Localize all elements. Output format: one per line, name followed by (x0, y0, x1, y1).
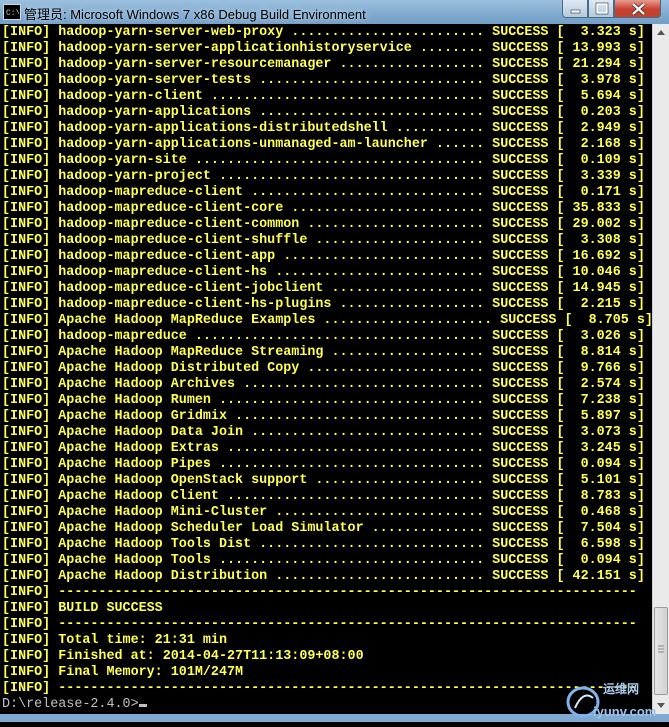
console-line: [INFO] hadoop-mapreduce-client-app .....… (2, 249, 645, 264)
console-line: [INFO] Finished at: 2014-04-27T11:13:09+… (2, 649, 364, 664)
console-line: [INFO] ---------------------------------… (2, 617, 637, 632)
console-lines: [INFO] hadoop-yarn-server-web-proxy ....… (2, 25, 652, 696)
console-line: [INFO] Apache Hadoop MapReduce Streaming… (2, 345, 645, 360)
console-line: [INFO] hadoop-yarn-applications ........… (2, 105, 645, 120)
console-text: [INFO] hadoop-yarn-server-web-proxy ....… (2, 25, 652, 713)
maximize-button[interactable] (588, 0, 614, 18)
console-line: [INFO] hadoop-mapreduce-client-jobclient… (2, 281, 645, 296)
svg-text:C:\: C:\ (6, 9, 19, 18)
console-line: [INFO] Apache Hadoop Scheduler Load Simu… (2, 521, 645, 536)
console-line: [INFO] Apache Hadoop Extras ............… (2, 441, 645, 456)
console-line: [INFO] hadoop-yarn-server-applicationhis… (2, 41, 645, 56)
console-line: [INFO] hadoop-yarn-site ................… (2, 153, 645, 168)
console-line: [INFO] Apache Hadoop MapReduce Examples … (2, 313, 652, 328)
vertical-scrollbar[interactable] (652, 24, 669, 714)
console-line: [INFO] ---------------------------------… (2, 681, 637, 696)
console-line: [INFO] hadoop-yarn-server-tests ........… (2, 73, 645, 88)
console-line: [INFO] hadoop-mapreduce-client-hs-plugin… (2, 297, 645, 312)
console-line: [INFO] Total time: 21:31 min (2, 633, 227, 648)
console-line: [INFO] Apache Hadoop Mini-Cluster ......… (2, 505, 645, 520)
console-line: [INFO] hadoop-mapreduce-client-core ....… (2, 201, 645, 216)
console-line: [INFO] hadoop-mapreduce-client-hs ......… (2, 265, 645, 280)
command-prompt[interactable]: D:\release-2.4.0> (2, 697, 139, 712)
maximize-icon (595, 2, 609, 15)
console-line: [INFO] Apache Hadoop Distributed Copy ..… (2, 361, 645, 376)
console-line: [INFO] hadoop-mapreduce-client-common ..… (2, 217, 645, 232)
watermark: 运维网 iyunv.com (563, 678, 669, 722)
console-line: [INFO] Apache Hadoop Tools .............… (2, 553, 645, 568)
console-line: [INFO] hadoop-mapreduce-client-shuffle .… (2, 233, 645, 248)
console-line: [INFO] hadoop-yarn-applications-distribu… (2, 121, 645, 136)
minimize-icon (570, 9, 581, 14)
console-line: [INFO] hadoop-mapreduce ................… (2, 329, 645, 344)
close-button[interactable] (614, 0, 661, 18)
console-line: [INFO] Apache Hadoop Rumen .............… (2, 393, 645, 408)
console-window: C:\ 管理员: Microsoft Windows 7 x86 Debug B… (0, 0, 669, 722)
console-line: [INFO] hadoop-yarn-project .............… (2, 169, 645, 184)
scroll-up-icon (657, 30, 665, 35)
console-line: [INFO] Apache Hadoop Distribution ......… (2, 569, 645, 584)
minimize-button[interactable] (562, 0, 588, 18)
console-line: [INFO] Apache Hadoop Data Join .........… (2, 425, 645, 440)
console-line: [INFO] Apache Hadoop Tools Dist ........… (2, 537, 645, 552)
console-line: [INFO] hadoop-yarn-applications-unmanage… (2, 137, 645, 152)
text-cursor (138, 704, 147, 707)
console-output-area[interactable]: [INFO] hadoop-yarn-server-web-proxy ....… (0, 24, 652, 714)
console-line: [INFO] hadoop-yarn-server-resourcemanage… (2, 57, 645, 72)
scroll-up-button[interactable] (653, 24, 669, 41)
console-line: [INFO] hadoop-mapreduce-client .........… (2, 185, 645, 200)
window-title: 管理员: Microsoft Windows 7 x86 Debug Build… (24, 7, 366, 22)
console-line: [INFO] Final Memory: 101M/247M (2, 665, 244, 680)
console-line: [INFO] Apache Hadoop Client ............… (2, 489, 645, 504)
cmd-icon[interactable]: C:\ (3, 4, 21, 20)
watermark-text-cn: 运维网 (603, 682, 640, 696)
console-line: [INFO] hadoop-yarn-server-web-proxy ....… (2, 25, 645, 40)
console-line: [INFO] Apache Hadoop Pipes .............… (2, 457, 645, 472)
console-line: [INFO] Apache Hadoop Archives ..........… (2, 377, 645, 392)
console-line: [INFO] BUILD SUCCESS (2, 601, 163, 616)
console-line: [INFO] hadoop-yarn-client ..............… (2, 89, 645, 104)
watermark-text-url: iyunv.com (593, 704, 657, 719)
console-line: [INFO] ---------------------------------… (2, 585, 637, 600)
title-bar[interactable]: C:\ 管理员: Microsoft Windows 7 x86 Debug B… (0, 0, 669, 24)
console-line: [INFO] Apache Hadoop OpenStack support .… (2, 473, 645, 488)
console-line: [INFO] Apache Hadoop Gridmix ...........… (2, 409, 645, 424)
close-icon (631, 2, 646, 16)
